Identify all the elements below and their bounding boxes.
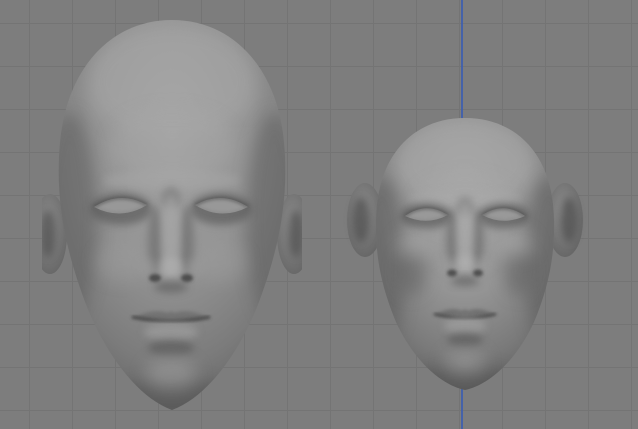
head-sculpt-small[interactable]	[342, 112, 592, 404]
3d-viewport[interactable]	[0, 0, 638, 429]
head-sculpt-large[interactable]	[42, 12, 302, 422]
